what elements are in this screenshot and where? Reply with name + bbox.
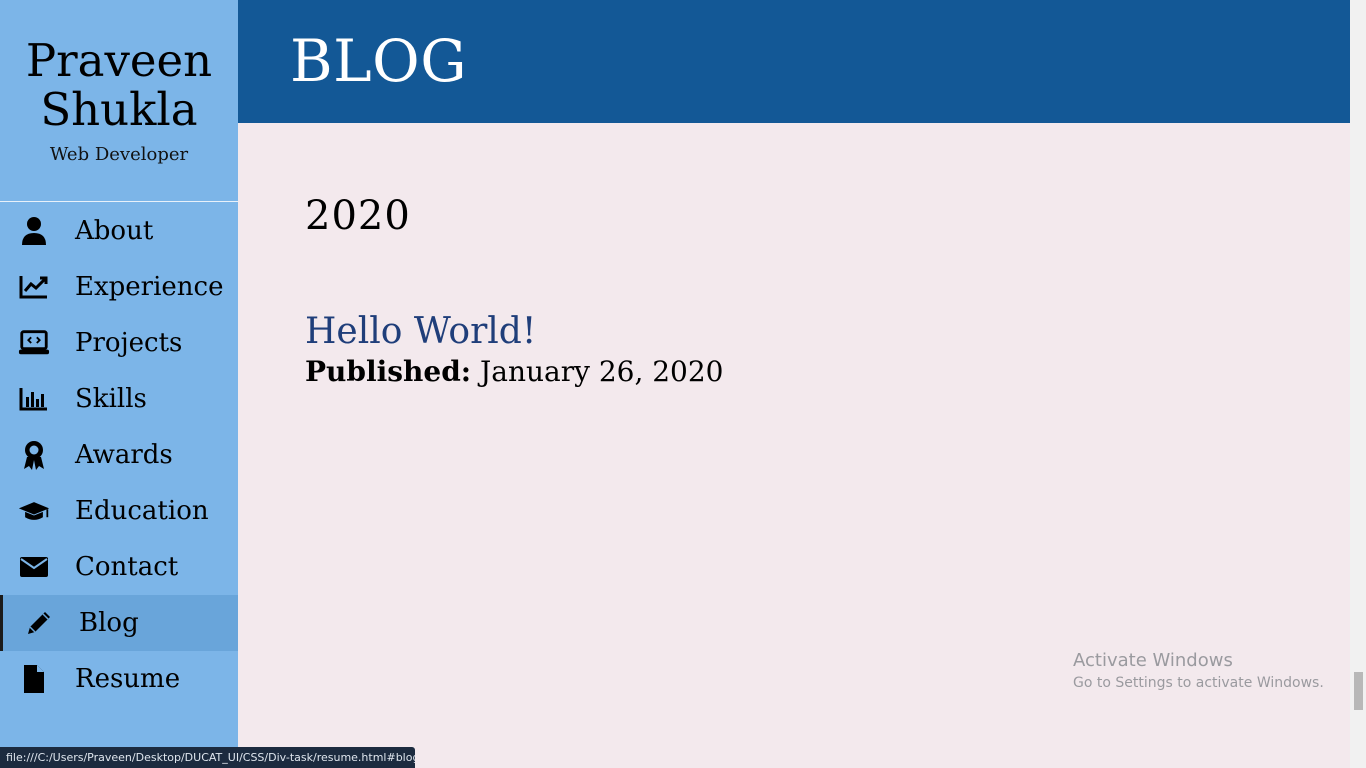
sidebar-item-label: Experience	[75, 272, 224, 302]
vertical-scrollbar[interactable]	[1350, 0, 1366, 768]
sidebar-item-label: Resume	[75, 664, 181, 694]
sidebar-item-label: Blog	[79, 608, 139, 638]
watermark-title: Activate Windows	[1073, 650, 1233, 671]
sidebar-item-awards[interactable]: Awards	[0, 427, 238, 483]
sidebar-item-resume[interactable]: Resume	[0, 651, 238, 707]
award-icon	[18, 439, 50, 471]
envelope-icon	[18, 551, 50, 583]
graduation-cap-icon	[18, 495, 50, 527]
laptop-code-icon	[18, 327, 50, 359]
sidebar-item-projects[interactable]: Projects	[0, 315, 238, 371]
post-published: Published: January 26, 2020	[305, 354, 724, 390]
bar-chart-icon	[18, 383, 50, 415]
sidebar-item-label: Skills	[75, 384, 147, 414]
sidebar: Praveen Shukla Web Developer About Exper…	[0, 0, 238, 768]
page-header: BLOG	[238, 0, 1350, 123]
sidebar-item-label: About	[75, 216, 154, 246]
sidebar-item-label: Contact	[75, 552, 179, 582]
sidebar-item-about[interactable]: About	[0, 203, 238, 259]
sidebar-item-label: Education	[75, 496, 209, 526]
pencil-icon	[23, 607, 55, 639]
file-icon	[18, 663, 50, 695]
brand: Praveen Shukla Web Developer	[0, 0, 238, 202]
sidebar-item-label: Awards	[75, 440, 173, 470]
sidebar-nav: About Experience Projects Skills Awards	[0, 203, 238, 707]
brand-name-first: Praveen	[25, 34, 213, 87]
published-label: Published:	[305, 355, 472, 388]
activate-windows-watermark: Activate Windows Go to Settings to activ…	[1073, 650, 1324, 691]
sidebar-item-skills[interactable]: Skills	[0, 371, 238, 427]
brand-name-last: Shukla	[40, 83, 198, 136]
sidebar-item-education[interactable]: Education	[0, 483, 238, 539]
chart-line-icon	[18, 271, 50, 303]
scrollbar-thumb[interactable]	[1354, 672, 1363, 710]
brand-role: Web Developer	[49, 144, 189, 165]
sidebar-item-blog[interactable]: Blog	[0, 595, 238, 651]
sidebar-item-experience[interactable]: Experience	[0, 259, 238, 315]
post-title-link[interactable]: Hello World!	[305, 310, 724, 354]
published-date: January 26, 2020	[480, 355, 724, 388]
brand-name: Praveen Shukla	[0, 36, 238, 134]
status-bar-url: file:///C:/Users/Praveen/Desktop/DUCAT_U…	[0, 747, 415, 768]
sidebar-item-contact[interactable]: Contact	[0, 539, 238, 595]
page-title: BLOG	[290, 27, 468, 95]
blog-content: 2020 Hello World! Published: January 26,…	[305, 190, 724, 390]
sidebar-item-label: Projects	[75, 328, 183, 358]
year-heading: 2020	[305, 193, 411, 239]
watermark-subtitle: Go to Settings to activate Windows.	[1073, 675, 1324, 691]
user-icon	[18, 215, 50, 247]
